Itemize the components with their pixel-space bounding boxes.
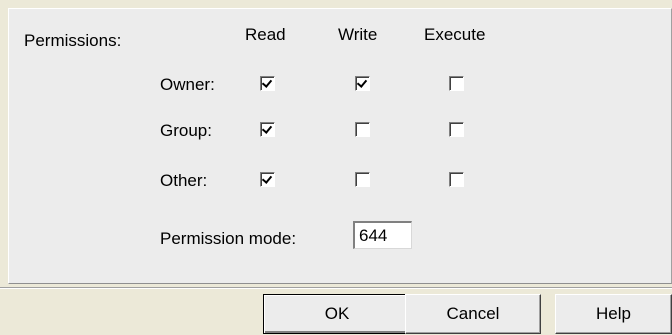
owner-read-checkbox[interactable] xyxy=(260,76,275,91)
permission-mode-label: Permission mode: xyxy=(160,229,297,248)
write-column-header: Write xyxy=(338,25,378,44)
read-column-header: Read xyxy=(245,25,286,44)
owner-write-checkbox[interactable] xyxy=(355,76,370,91)
other-write-checkbox[interactable] xyxy=(355,172,370,187)
permission-mode-input[interactable] xyxy=(353,221,412,249)
group-row-label: Group: xyxy=(160,121,212,140)
other-row-label: Other: xyxy=(160,171,208,190)
cancel-button[interactable]: Cancel xyxy=(405,294,541,334)
group-execute-checkbox[interactable] xyxy=(449,122,464,137)
other-read-checkbox[interactable] xyxy=(260,172,275,187)
group-read-checkbox[interactable] xyxy=(260,122,275,137)
owner-execute-checkbox[interactable] xyxy=(449,76,464,91)
dialog-separator xyxy=(0,287,672,289)
permissions-dialog: Permissions: Read Write Execute Owner: G… xyxy=(0,0,672,335)
group-write-checkbox[interactable] xyxy=(355,122,370,137)
other-execute-checkbox[interactable] xyxy=(449,172,464,187)
owner-row-label: Owner: xyxy=(160,75,215,94)
ok-button[interactable]: OK xyxy=(263,294,411,334)
permissions-section-label: Permissions: xyxy=(24,31,122,50)
help-button[interactable]: Help xyxy=(555,294,672,334)
execute-column-header: Execute xyxy=(424,25,486,44)
